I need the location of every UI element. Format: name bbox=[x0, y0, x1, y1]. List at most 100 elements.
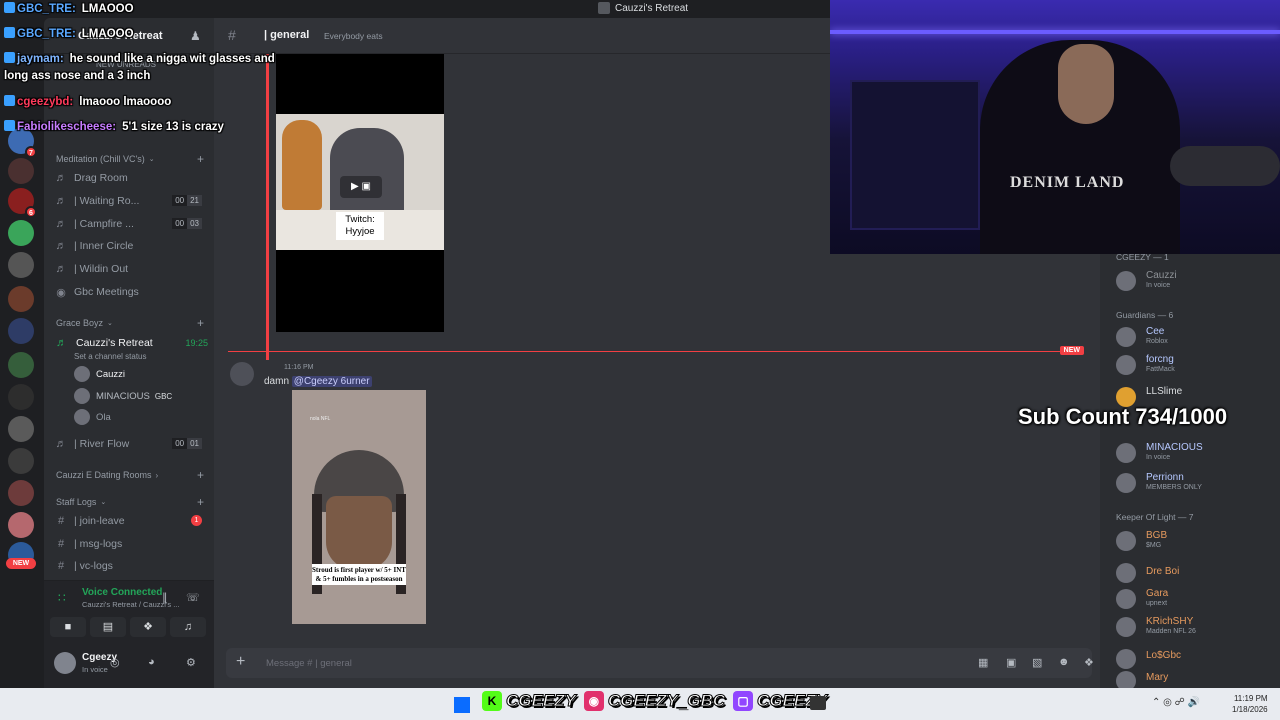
avatar[interactable] bbox=[230, 362, 254, 386]
hash-icon: # bbox=[57, 515, 65, 527]
channel-label: | Waiting Ro... bbox=[74, 195, 140, 207]
channel-status[interactable]: Set a channel status bbox=[74, 352, 147, 361]
category-label: Cauzzi E Dating Rooms bbox=[56, 470, 152, 480]
taskbar: K CGEEZY ◉ CGEEZY_GBC ▢ CGEEZY ⌃ ◎ ☍ 🔊 1… bbox=[0, 688, 1280, 720]
active-voice-channel[interactable]: ♬ Cauzzi's Retreat 19:25 Set a channel s… bbox=[54, 335, 212, 367]
chat-text: 5'1 size 13 is crazy bbox=[122, 121, 224, 133]
share-screen-button[interactable]: ▤ bbox=[90, 617, 126, 637]
voice-user-name: MINACIOUS bbox=[96, 390, 150, 402]
server-icon[interactable] bbox=[8, 512, 34, 538]
twitch-icon: ▢ bbox=[733, 691, 754, 711]
member-item[interactable]: Dre Boi bbox=[1116, 560, 1276, 586]
stage-channel[interactable]: ◉ Gbc Meetings bbox=[54, 282, 212, 302]
voice-channel[interactable]: ♬ | Wildin Out bbox=[54, 259, 212, 279]
text-channel[interactable]: # | vc-logs bbox=[54, 556, 212, 576]
member-item[interactable]: KRichSHY Madden NFL 26 bbox=[1116, 614, 1276, 640]
hash-icon: # bbox=[57, 538, 65, 550]
category-staff-logs[interactable]: Staff Logs ⌄ + bbox=[56, 495, 206, 509]
member-name: Mary bbox=[1146, 672, 1169, 683]
voice-user[interactable]: MINACIOUS GBC bbox=[74, 386, 204, 406]
terminal-icon[interactable] bbox=[810, 696, 826, 710]
kick-icon: K bbox=[482, 691, 502, 711]
message-composer[interactable]: + Message # | general ▦ ▣ ▧ ☻ ❖ bbox=[226, 648, 1094, 678]
play-icon[interactable]: ▶ ▣ bbox=[340, 176, 382, 198]
instagram-icon: ◉ bbox=[583, 691, 604, 711]
new-pill[interactable]: NEW bbox=[6, 558, 36, 569]
gift-icon[interactable]: ▦ bbox=[978, 656, 988, 669]
server-icon[interactable] bbox=[8, 318, 34, 344]
member-item[interactable]: BGB $MG bbox=[1116, 528, 1276, 554]
avatar bbox=[1116, 589, 1136, 609]
member-item[interactable]: MINACIOUS In voice bbox=[1116, 440, 1276, 466]
disconnect-icon[interactable]: ☏ bbox=[186, 591, 200, 604]
category-meditation[interactable]: Meditation (Chill VC's) ⌄ + bbox=[56, 152, 206, 166]
gif-icon[interactable]: ▣ bbox=[1006, 656, 1016, 669]
member-status: $MG bbox=[1146, 542, 1162, 549]
instagram-handle: CGEEZY_GBC bbox=[607, 691, 726, 711]
member-item[interactable]: Cauzzi In voice bbox=[1116, 268, 1276, 294]
voice-connected-label[interactable]: Voice Connected bbox=[82, 587, 162, 598]
category-grace-boyz[interactable]: Grace Boyz ⌄ + bbox=[56, 316, 206, 330]
video-embed[interactable]: nola NFL Stroud is first player w/ 5+ IN… bbox=[292, 390, 426, 624]
voice-channel[interactable]: ♬ | River Flow 00 01 bbox=[54, 434, 212, 454]
voice-channel[interactable]: ♬ Drag Room bbox=[54, 168, 212, 188]
attach-icon[interactable]: + bbox=[236, 653, 245, 671]
member-item[interactable]: Gara upnext bbox=[1116, 586, 1276, 612]
gear-icon[interactable]: ⚙ bbox=[186, 656, 196, 669]
voice-channel[interactable]: ♬ | Campfire ... 00 03 bbox=[54, 214, 212, 234]
clock[interactable]: 11:19 PM 1/18/2026 bbox=[1232, 693, 1268, 715]
count-current: 00 bbox=[172, 438, 188, 449]
server-icon[interactable] bbox=[8, 252, 34, 278]
system-tray[interactable]: ⌃ ◎ ☍ 🔊 bbox=[1152, 697, 1200, 708]
message-body: damn bbox=[264, 376, 292, 387]
avatar bbox=[1116, 649, 1136, 669]
user-mention[interactable]: @Cgeezy 6urner bbox=[291, 376, 372, 387]
composer-placeholder[interactable]: Message # | general bbox=[266, 658, 352, 669]
add-channel-icon[interactable]: + bbox=[197, 495, 204, 509]
avatar bbox=[1116, 617, 1136, 637]
voice-user[interactable]: Cauzzi bbox=[74, 364, 204, 384]
camera-off-button[interactable]: ■ bbox=[50, 617, 86, 637]
add-channel-icon[interactable]: + bbox=[197, 316, 204, 330]
guild-tag: GBC bbox=[154, 391, 173, 401]
avatar bbox=[1116, 531, 1136, 551]
member-item[interactable]: Perrionn MEMBERS ONLY bbox=[1116, 470, 1276, 496]
server-icon[interactable] bbox=[8, 352, 34, 378]
windows-start-icon[interactable] bbox=[454, 697, 470, 713]
server-icon[interactable] bbox=[8, 448, 34, 474]
activities-button[interactable]: ❖ bbox=[130, 617, 166, 637]
headphones-icon[interactable]: ◕ bbox=[148, 656, 155, 668]
server-icon[interactable] bbox=[8, 286, 34, 312]
channel-topic[interactable]: Everybody eats bbox=[324, 31, 383, 41]
member-status: In voice bbox=[1146, 282, 1171, 289]
server-icon[interactable] bbox=[8, 480, 34, 506]
voice-user[interactable]: Ola bbox=[74, 407, 204, 427]
server-icon[interactable] bbox=[8, 158, 34, 184]
add-channel-icon[interactable]: + bbox=[197, 468, 204, 482]
signal-icon[interactable]: ∷ bbox=[58, 591, 66, 605]
category-label: Meditation (Chill VC's) bbox=[56, 154, 145, 164]
member-item[interactable]: Cee Roblox bbox=[1116, 324, 1276, 350]
member-item[interactable]: forcng FattMack bbox=[1116, 352, 1276, 378]
avatar[interactable] bbox=[54, 652, 76, 674]
emoji-icon[interactable]: ☻ bbox=[1058, 656, 1070, 668]
server-icon[interactable] bbox=[8, 416, 34, 442]
badge-icon bbox=[4, 120, 15, 131]
voice-channel[interactable]: ♬ | Waiting Ro... 00 21 bbox=[54, 191, 212, 211]
server-icon[interactable] bbox=[8, 384, 34, 410]
member-group-label: Keeper Of Light — 7 bbox=[1116, 512, 1194, 522]
soundboard-button[interactable]: ♫ bbox=[170, 617, 206, 637]
sticker-icon[interactable]: ▧ bbox=[1032, 656, 1042, 669]
shelf-shape bbox=[850, 80, 980, 230]
text-channel[interactable]: # | join-leave 1 bbox=[54, 511, 212, 531]
noise-suppression-icon[interactable]: ∥ bbox=[162, 591, 168, 604]
apps-icon[interactable]: ❖ bbox=[1084, 656, 1094, 669]
mic-icon[interactable]: ◎ bbox=[110, 656, 120, 669]
server-icon[interactable] bbox=[8, 220, 34, 246]
voice-channel[interactable]: ♬ | Inner Circle bbox=[54, 236, 212, 256]
category-label: Grace Boyz bbox=[56, 318, 104, 328]
chat-username: GBC_TRE: bbox=[17, 3, 76, 15]
add-channel-icon[interactable]: + bbox=[197, 152, 204, 166]
text-channel[interactable]: # | msg-logs bbox=[54, 534, 212, 554]
category-dating-rooms[interactable]: Cauzzi E Dating Rooms › + bbox=[56, 468, 206, 482]
